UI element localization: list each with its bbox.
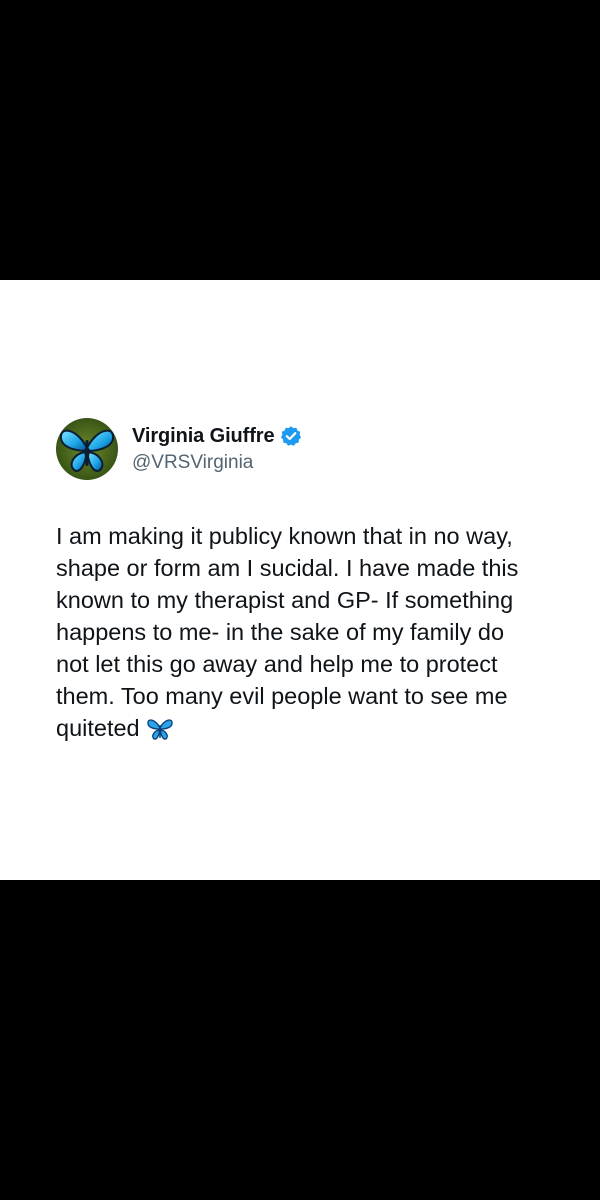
handle[interactable]: @VRSVirginia bbox=[132, 451, 302, 475]
tweet-text: I am making it publicy known that in no … bbox=[56, 520, 566, 744]
name-row: Virginia Giuffre bbox=[132, 423, 302, 449]
author-names: Virginia Giuffre @VRSVirginia bbox=[132, 423, 302, 475]
tweet-card: Virginia Giuffre @VRSVirginia I am makin… bbox=[0, 280, 600, 880]
tweet-header: Virginia Giuffre @VRSVirginia bbox=[56, 418, 556, 480]
blue-butterfly-icon bbox=[56, 418, 118, 480]
butterfly-emoji-icon bbox=[146, 716, 174, 740]
avatar[interactable] bbox=[56, 418, 118, 480]
tweet: Virginia Giuffre @VRSVirginia I am makin… bbox=[56, 418, 556, 744]
verified-badge-icon bbox=[280, 425, 302, 447]
display-name[interactable]: Virginia Giuffre bbox=[132, 423, 275, 449]
screenshot-frame: Virginia Giuffre @VRSVirginia I am makin… bbox=[0, 0, 600, 1200]
tweet-body: I am making it publicy known that in no … bbox=[56, 523, 519, 741]
